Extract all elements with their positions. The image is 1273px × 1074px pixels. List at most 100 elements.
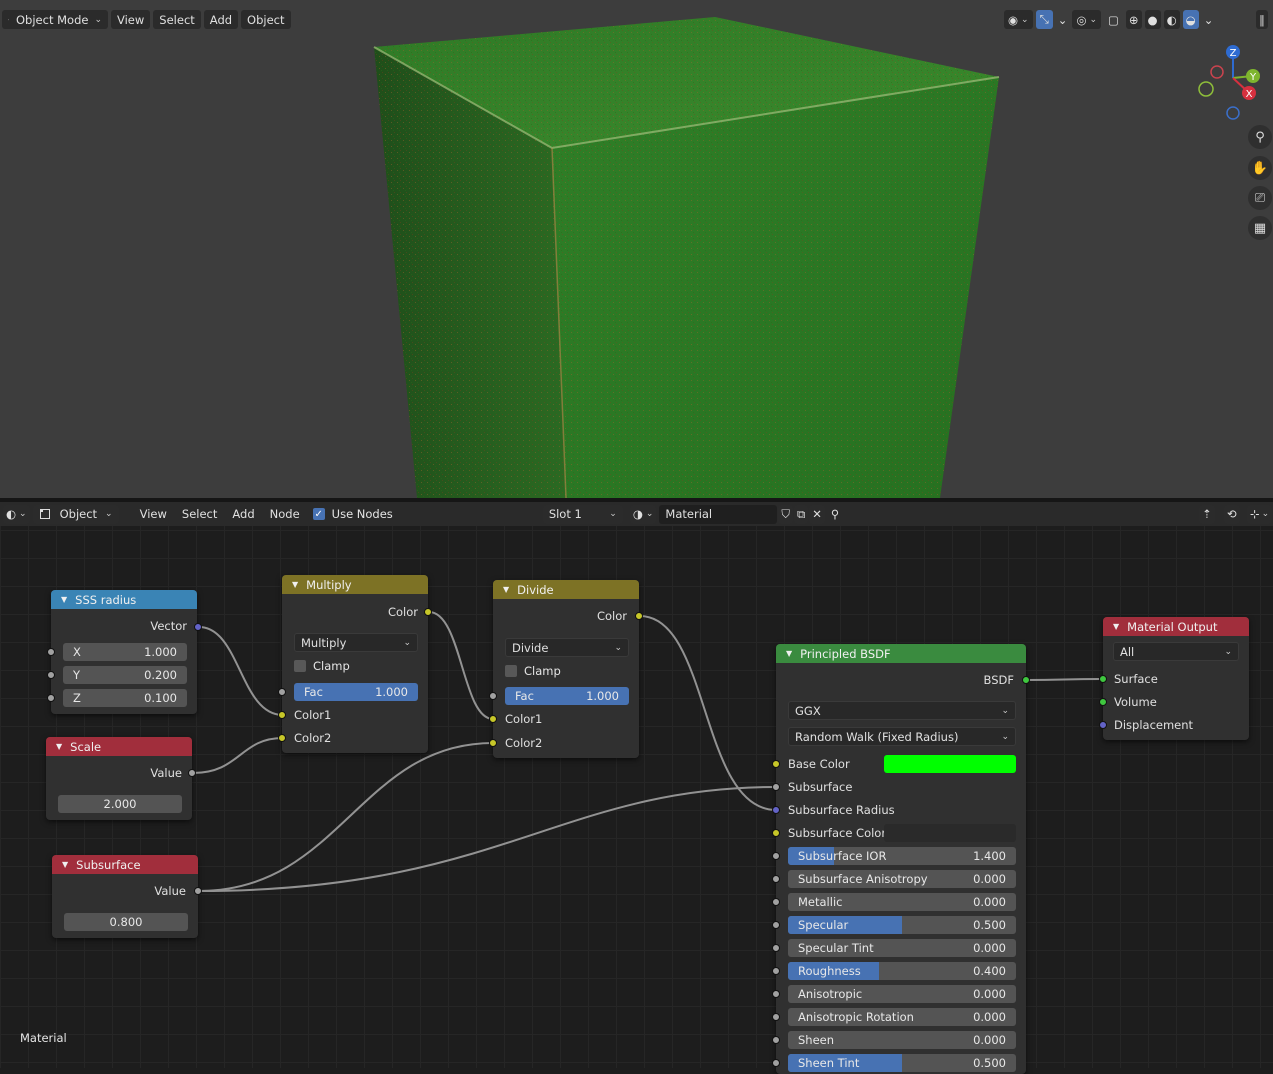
node-menu-select[interactable]: Select	[176, 505, 223, 524]
subsurface-anisotropy-slider[interactable]: Subsurface Anisotropy0.000	[788, 870, 1016, 888]
base-color-swatch[interactable]	[884, 755, 1016, 773]
material-shading-icon[interactable]: ◐	[1164, 10, 1180, 29]
node-menu-node[interactable]: Node	[264, 505, 306, 524]
color2-input-socket[interactable]	[278, 734, 286, 742]
shading-dropdown-icon[interactable]: ⌄	[1202, 10, 1216, 29]
3d-viewport[interactable]: Object Mode ⌄ View Select Add Object ◉⌄ …	[0, 0, 1273, 498]
z-field[interactable]: Z0.100	[63, 689, 187, 707]
x-field[interactable]: X1.000	[63, 643, 187, 661]
parent-node-icon[interactable]: ⇡	[1199, 505, 1215, 524]
gizmo-dropdown-icon[interactable]: ⌄	[1056, 10, 1070, 29]
color-output-socket[interactable]	[635, 612, 643, 620]
value-field[interactable]: 2.000	[58, 795, 182, 813]
unlink-close-icon[interactable]: ✕	[809, 505, 825, 524]
camera-icon[interactable]: ⎚	[1248, 186, 1272, 210]
gizmo-toggle-icon[interactable]: ⤡	[1036, 10, 1053, 29]
slot-selector[interactable]: Slot 1 ⌄	[543, 505, 623, 524]
shader-type-selector[interactable]: Object ⌄	[33, 505, 119, 524]
sheen-tint-socket[interactable]	[772, 1059, 780, 1067]
roughness-slider[interactable]: Roughness0.400	[788, 962, 1016, 980]
use-nodes-checkbox[interactable]: ✓ Use Nodes	[313, 507, 393, 521]
blend-mode-dropdown[interactable]: Divide⌄	[505, 638, 629, 657]
vector-output-socket[interactable]	[194, 623, 202, 631]
menu-view[interactable]: View	[111, 10, 150, 29]
specular-tint-slider[interactable]: Specular Tint0.000	[788, 939, 1016, 957]
node-multiply[interactable]: ▼Multiply Color Multiply⌄ Clamp Fac1.000…	[282, 575, 428, 753]
editor-type-icon[interactable]: ◐⌄	[3, 505, 30, 524]
menu-add[interactable]: Add	[204, 10, 238, 29]
value-field[interactable]: 0.800	[64, 913, 188, 931]
node-header[interactable]: ▼Divide	[493, 580, 639, 599]
value-output-socket[interactable]	[194, 887, 202, 895]
mode-selector[interactable]: Object Mode ⌄	[2, 10, 108, 29]
overlay-icon[interactable]: ◎⌄	[1072, 10, 1101, 29]
gizmo-neg-z[interactable]	[1227, 107, 1239, 119]
fac-input-socket[interactable]	[278, 688, 286, 696]
metallic-slider[interactable]: Metallic0.000	[788, 893, 1016, 911]
node-material-output[interactable]: ▼Material Output All⌄ Surface Volume Dis…	[1103, 617, 1249, 740]
clamp-checkbox[interactable]: Clamp	[294, 659, 350, 673]
node-subsurface[interactable]: ▼Subsurface Value 0.800	[52, 855, 198, 938]
collapse-triangle-icon[interactable]: ▼	[61, 595, 67, 604]
node-sss-radius[interactable]: ▼SSS radius Vector X1.000 Y0.200 Z0.100	[51, 590, 197, 714]
material-name-field[interactable]: Material	[659, 505, 777, 524]
collapse-triangle-icon[interactable]: ▼	[1113, 622, 1119, 631]
menu-select[interactable]: Select	[153, 10, 200, 29]
anisotropic-socket[interactable]	[772, 990, 780, 998]
base-color-socket[interactable]	[772, 760, 780, 768]
sheen-tint-slider[interactable]: Sheen Tint0.500	[788, 1054, 1016, 1072]
fac-input-socket[interactable]	[489, 692, 497, 700]
specular-socket[interactable]	[772, 921, 780, 929]
subsurface-method-dropdown[interactable]: Random Walk (Fixed Radius)⌄	[788, 727, 1016, 746]
subsurface-ior-slider[interactable]: Subsurface IOR1.400	[788, 847, 1016, 865]
collapse-triangle-icon[interactable]: ▼	[786, 649, 792, 658]
specular-tint-socket[interactable]	[772, 944, 780, 952]
subsurface-anisotropy-socket[interactable]	[772, 875, 780, 883]
color1-input-socket[interactable]	[278, 711, 286, 719]
menu-object[interactable]: Object	[241, 10, 290, 29]
z-input-socket[interactable]	[47, 694, 55, 702]
navigation-gizmo[interactable]: Z Y X	[1190, 40, 1270, 124]
solid-shading-icon[interactable]: ●	[1145, 10, 1161, 29]
node-header[interactable]: ▼Scale	[46, 737, 192, 756]
metallic-socket[interactable]	[772, 898, 780, 906]
node-header[interactable]: ▼Multiply	[282, 575, 428, 594]
render-target-dropdown[interactable]: All⌄	[1113, 642, 1239, 661]
sheen-socket[interactable]	[772, 1036, 780, 1044]
anisotropic-rotation-slider[interactable]: Anisotropic Rotation0.000	[788, 1008, 1016, 1026]
node-principled-bsdf[interactable]: ▼Principled BSDF BSDF GGX⌄ Random Walk (…	[776, 644, 1026, 1074]
subsurface-ior-socket[interactable]	[772, 852, 780, 860]
pin-icon[interactable]: ⚲	[828, 505, 842, 524]
duplicate-material-icon[interactable]: ⧉	[794, 505, 808, 524]
gizmo-neg-x[interactable]	[1211, 66, 1223, 78]
pan-hand-icon[interactable]: ✋	[1248, 156, 1272, 180]
specular-slider[interactable]: Specular0.500	[788, 916, 1016, 934]
subsurface-socket[interactable]	[772, 783, 780, 791]
anisotropic-slider[interactable]: Anisotropic0.000	[788, 985, 1016, 1003]
y-field[interactable]: Y0.200	[63, 666, 187, 684]
snap-options-icon[interactable]: ⊹⌄	[1247, 505, 1272, 524]
bsdf-output-socket[interactable]	[1022, 676, 1030, 684]
sheen-slider[interactable]: Sheen0.000	[788, 1031, 1016, 1049]
sidebar-toggle-icon[interactable]: ∥	[1256, 10, 1268, 29]
xray-icon[interactable]: ▢	[1104, 10, 1123, 29]
volume-input-socket[interactable]	[1099, 698, 1107, 706]
anisotropic-rotation-socket[interactable]	[772, 1013, 780, 1021]
value-output-socket[interactable]	[188, 769, 196, 777]
material-browse-icon[interactable]: ◑⌄	[630, 505, 657, 524]
node-divide[interactable]: ▼Divide Color Divide⌄ Clamp Fac1.000 Col…	[493, 580, 639, 758]
gizmo-neg-y[interactable]	[1199, 82, 1213, 96]
zoom-icon[interactable]: ⚲	[1248, 125, 1272, 149]
clamp-checkbox[interactable]: Clamp	[505, 664, 561, 678]
collapse-triangle-icon[interactable]: ▼	[292, 580, 298, 589]
y-input-socket[interactable]	[47, 671, 55, 679]
fac-slider[interactable]: Fac1.000	[505, 687, 629, 705]
collapse-triangle-icon[interactable]: ▼	[56, 742, 62, 751]
roughness-socket[interactable]	[772, 967, 780, 975]
color1-input-socket[interactable]	[489, 715, 497, 723]
blend-mode-dropdown[interactable]: Multiply⌄	[294, 633, 418, 652]
fac-slider[interactable]: Fac1.000	[294, 683, 418, 701]
x-input-socket[interactable]	[47, 648, 55, 656]
surface-input-socket[interactable]	[1099, 675, 1107, 683]
node-header[interactable]: ▼Principled BSDF	[776, 644, 1026, 663]
